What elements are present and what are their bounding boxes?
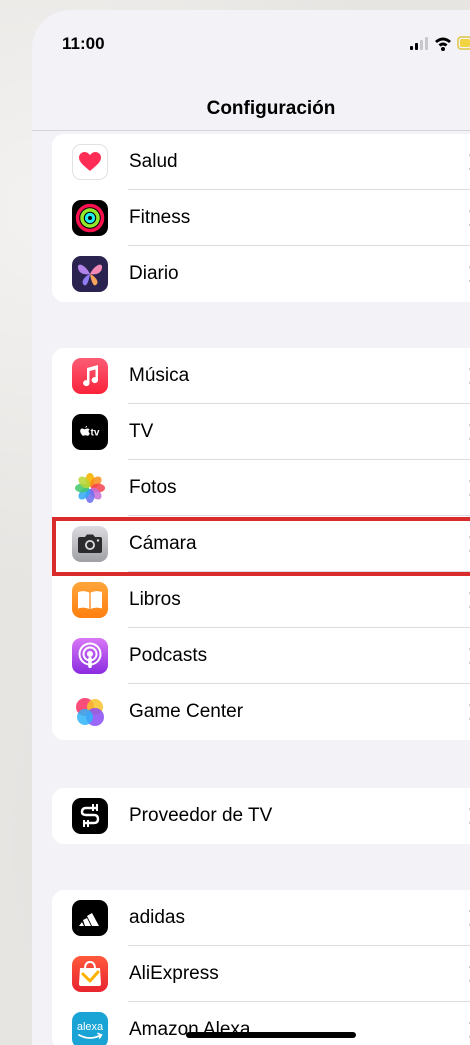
music-note-icon: [72, 358, 108, 394]
settings-row-label: Libros: [129, 589, 181, 610]
settings-group-health: Salud Fitness Diario: [52, 134, 470, 302]
fitness-rings-icon: [72, 200, 108, 236]
aliexpress-bag-icon: [72, 956, 108, 992]
settings-row-label: Música: [129, 365, 190, 386]
wifi-icon: [435, 37, 451, 51]
settings-row-label: Fotos: [129, 477, 177, 498]
settings-row-aliexpress[interactable]: AliExpress: [52, 946, 470, 1002]
alexa-icon-text: alexa: [77, 1021, 104, 1033]
settings-row-label: Salud: [129, 151, 178, 172]
health-heart-icon: [72, 144, 108, 180]
photos-flower-icon: [72, 470, 108, 506]
settings-row-label: Fitness: [129, 207, 191, 228]
settings-row-amazon-alexa[interactable]: alexa Amazon Alexa: [52, 1002, 470, 1045]
books-icon: [72, 582, 108, 618]
page-title: Configuración: [206, 98, 336, 119]
settings-row-podcasts[interactable]: Podcasts: [52, 628, 470, 684]
home-indicator: [186, 1032, 356, 1038]
apple-tv-icon: tv: [72, 414, 108, 450]
settings-row-label: Game Center: [129, 701, 244, 722]
battery-icon: [457, 36, 470, 50]
settings-row-label: TV: [129, 421, 154, 442]
navigation-header: Configuración: [32, 80, 470, 131]
settings-row-fitness[interactable]: Fitness: [52, 190, 470, 246]
settings-group-tv-provider: Proveedor de TV: [52, 788, 470, 844]
camara-highlight-box: [52, 517, 470, 576]
settings-row-label: adidas: [129, 907, 185, 928]
cellular-signal-icon: [410, 37, 428, 50]
settings-row-proveedor-de-tv[interactable]: Proveedor de TV: [52, 788, 470, 844]
settings-row-musica[interactable]: Música: [52, 348, 470, 404]
settings-row-tv[interactable]: tv TV: [52, 404, 470, 460]
settings-row-label: Proveedor de TV: [129, 805, 273, 826]
adidas-logo-icon: [72, 900, 108, 936]
status-bar: 11:00: [32, 10, 470, 80]
settings-row-label: Diario: [129, 263, 179, 284]
apple-tv-icon-text: tv: [91, 428, 100, 439]
tv-provider-icon: [72, 798, 108, 834]
game-center-icon: [72, 694, 108, 730]
journal-butterfly-icon: [72, 256, 108, 292]
status-icons: [410, 35, 470, 51]
status-time: 11:00: [62, 34, 105, 53]
settings-row-salud[interactable]: Salud: [52, 134, 470, 190]
settings-row-game-center[interactable]: Game Center: [52, 684, 470, 740]
settings-row-diario[interactable]: Diario: [52, 246, 470, 302]
alexa-icon: alexa: [72, 1012, 108, 1045]
settings-row-label: Podcasts: [129, 645, 208, 666]
settings-row-fotos[interactable]: Fotos: [52, 460, 470, 516]
settings-group-apps: adidas AliExpress alexa Amazon Alexa: [52, 890, 470, 1045]
settings-row-label: AliExpress: [129, 963, 219, 984]
podcasts-icon: [72, 638, 108, 674]
settings-row-libros[interactable]: Libros: [52, 572, 470, 628]
settings-row-adidas[interactable]: adidas: [52, 890, 470, 946]
